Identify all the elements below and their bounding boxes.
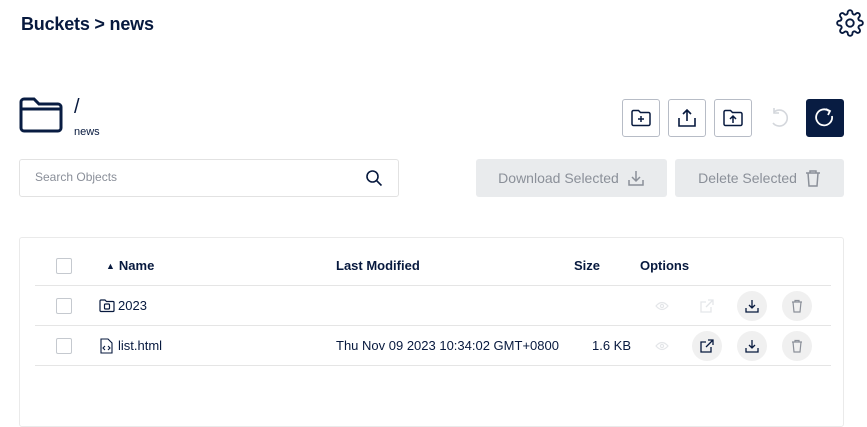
size-column-header[interactable]: Size	[574, 258, 600, 273]
delete-selected-button[interactable]: Delete Selected	[675, 159, 844, 197]
select-all-checkbox[interactable]	[56, 258, 72, 274]
search-input[interactable]	[35, 170, 355, 184]
sort-ascending-icon: ▲	[106, 261, 115, 271]
share-button[interactable]	[692, 331, 722, 361]
download-icon	[745, 340, 759, 353]
delete-selected-label: Delete Selected	[698, 170, 797, 186]
name-column-label: Name	[118, 258, 155, 273]
search-box	[19, 159, 399, 197]
rewind-button[interactable]	[760, 99, 798, 137]
table-row[interactable]: list.html Thu Nov 09 2023 10:34:02 GMT+0…	[35, 326, 831, 366]
new-folder-button[interactable]	[622, 99, 660, 137]
download-selected-button[interactable]: Download Selected	[476, 159, 667, 197]
download-button[interactable]	[737, 291, 767, 321]
refresh-button[interactable]	[806, 99, 844, 137]
name-column-header[interactable]: ▲ Name	[106, 258, 154, 273]
upload-icon	[678, 108, 696, 127]
upload-folder-button[interactable]	[714, 99, 752, 137]
bucket-name: news	[74, 126, 100, 138]
search-icon[interactable]	[365, 169, 383, 187]
object-name[interactable]: list.html	[118, 338, 162, 353]
delete-button[interactable]	[782, 331, 812, 361]
row-checkbox[interactable]	[56, 298, 72, 314]
rewind-icon	[772, 108, 789, 127]
folder-icon	[19, 97, 63, 133]
object-name[interactable]: 2023	[118, 298, 147, 313]
download-selected-label: Download Selected	[498, 170, 619, 186]
size-value: 1.6 KB	[592, 338, 632, 353]
preview-button[interactable]	[647, 291, 677, 321]
eye-icon	[655, 301, 669, 311]
code-file-icon	[100, 338, 113, 354]
download-button[interactable]	[737, 331, 767, 361]
download-icon	[628, 171, 644, 186]
upload-file-button[interactable]	[668, 99, 706, 137]
top-bar: Buckets > news	[0, 0, 867, 60]
refresh-icon	[815, 108, 833, 127]
last-modified-column-header[interactable]: Last Modified	[336, 258, 420, 273]
delete-button[interactable]	[782, 291, 812, 321]
objects-table: ▲ Name Last Modified Size Options 2023 l…	[19, 237, 844, 427]
last-modified-value: Thu Nov 09 2023 10:34:02 GMT+0800	[336, 338, 559, 353]
table-header: ▲ Name Last Modified Size Options	[35, 246, 831, 286]
folder-icon	[99, 299, 115, 313]
download-icon	[745, 300, 759, 313]
share-icon	[700, 299, 714, 313]
share-button[interactable]	[692, 291, 722, 321]
current-path: /	[74, 96, 80, 118]
options-column-header: Options	[640, 258, 690, 273]
table-row[interactable]: 2023	[35, 286, 831, 326]
trash-icon	[805, 170, 820, 187]
share-icon	[700, 339, 714, 353]
folder-plus-icon	[631, 109, 651, 127]
preview-button[interactable]	[647, 331, 677, 361]
folder-upload-icon	[723, 109, 743, 127]
gear-icon[interactable]	[836, 9, 864, 37]
trash-icon	[792, 299, 802, 313]
row-checkbox[interactable]	[56, 338, 72, 354]
trash-icon	[792, 339, 802, 353]
breadcrumb[interactable]: Buckets > news	[21, 14, 154, 35]
eye-icon	[655, 341, 669, 351]
